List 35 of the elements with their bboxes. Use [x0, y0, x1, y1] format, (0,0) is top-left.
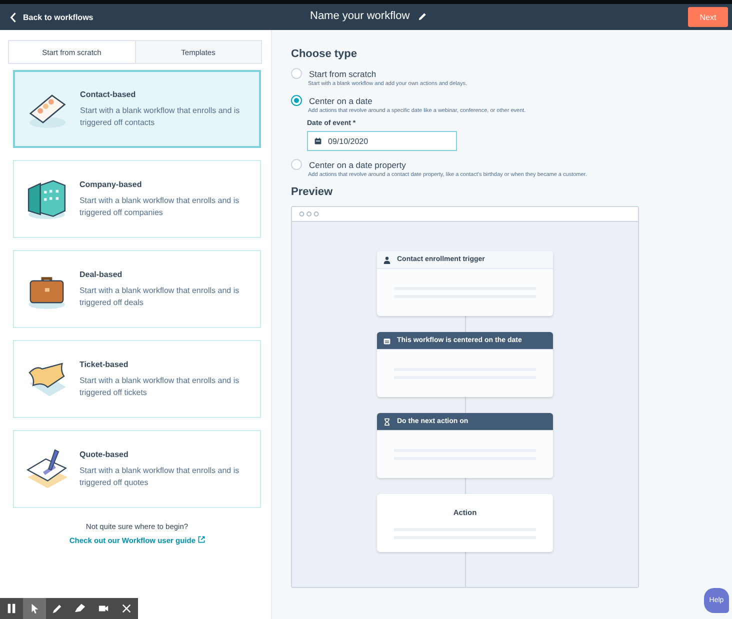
card-description: Start with a blank workflow that enrolls and is triggered off quotes [79, 464, 240, 488]
chevron-left-icon [10, 12, 17, 22]
pointer-icon[interactable] [23, 598, 46, 619]
option-label: Center on a date property [309, 160, 406, 170]
card-description: Start with a blank workflow that enrolls and is triggered off companies [79, 194, 240, 218]
workflow-title[interactable]: Name your workflow [310, 10, 410, 22]
card-title: Quote-based [79, 450, 130, 458]
card-title: Company-based [79, 180, 143, 188]
workflow-type-card[interactable]: Contact-based Start with a blank workflow that enrolls and is triggered off contacts [13, 70, 261, 148]
card-description: Start with a blank workflow that enrolls and is triggered off deals [79, 284, 240, 308]
back-link[interactable]: Back to workflows [10, 12, 94, 22]
person-icon [383, 256, 391, 264]
option-label: Start from scratch [309, 68, 376, 78]
hourglass-icon [383, 418, 391, 426]
calendar-icon [314, 137, 322, 145]
card-title: Contact-based [80, 90, 137, 98]
radio-button[interactable] [291, 68, 302, 79]
workflow-type-card[interactable]: Company-based Start with a blank workflow that enrolls and is triggered off companies [13, 160, 261, 238]
workflow-type-card[interactable]: Deal-based Start with a blank workflow that enrolls and is triggered off deals [13, 250, 261, 328]
option-label: Center on a date [309, 96, 372, 106]
date-field[interactable]: 09/10/2020 [307, 131, 457, 151]
card-description: Start with a blank workflow that enrolls and is triggered off tickets [79, 374, 240, 398]
section-heading: Preview [291, 186, 334, 198]
card-title: Deal-based [79, 270, 124, 278]
external-link-icon [198, 536, 205, 543]
window-dots-icon [299, 211, 319, 217]
workflow-type-card[interactable]: Ticket-based Start with a blank workflow that enrolls and is triggered off tickets [13, 340, 261, 418]
radio-button[interactable] [291, 95, 302, 106]
radio-button[interactable] [291, 159, 302, 170]
workflow-type-card[interactable]: Quote-based Start with a blank workflow that enrolls and is triggered off quotes [13, 430, 261, 508]
card-title: Ticket-based [79, 360, 130, 368]
pencil-icon[interactable] [418, 12, 427, 20]
section-heading: Choose type [291, 48, 358, 60]
card-description: Start with a blank workflow that enrolls and is triggered off contacts [80, 104, 241, 128]
calendar-icon [383, 336, 391, 344]
